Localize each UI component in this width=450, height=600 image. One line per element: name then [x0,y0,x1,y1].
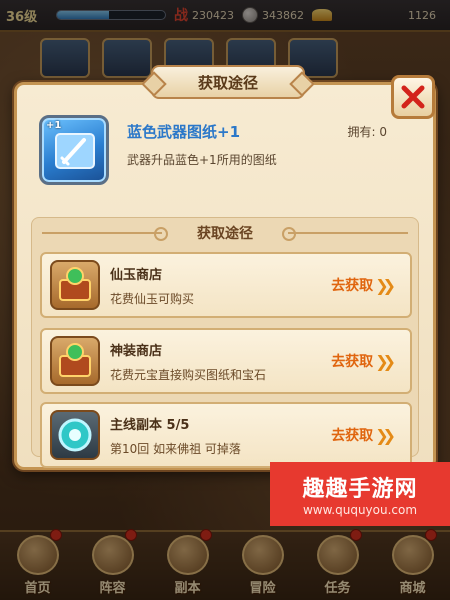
item-owned-count: 拥有: 0 [347,125,388,139]
double-chevron-icon: ❯❯ [375,351,396,371]
source-desc: 花费元宝直接购买图纸和宝石 [110,368,267,382]
watermark: 趣趣手游网 www.ququyou.com [270,462,450,526]
ornament-right [282,227,408,241]
source-title: 仙玉商店 [110,268,163,283]
treasure-chest-icon [50,336,100,386]
source-desc: 花费仙玉可购买 [110,292,195,306]
close-icon [401,85,425,109]
source-title: 神装商店 [110,344,163,359]
go-get-label: 去获取 [331,278,374,294]
source-row-main-dungeon: 主线副本 5/5 第10回 如来佛祖 可掉落 去获取 ❯❯ [40,402,412,468]
ornament-left [42,227,168,241]
watermark-url: www.ququyou.com [302,503,418,517]
source-desc: 第10回 如来佛祖 可掉落 [110,442,241,456]
dialog-title: 获取途径 [151,65,305,99]
go-get-label: 去获取 [331,354,374,370]
double-chevron-icon: ❯❯ [375,275,396,295]
sources-panel: 获取途径 仙玉商店 花费仙玉可购买 去获取 ❯❯ 神装商店 花费元宝直接购买图纸… [31,217,419,468]
sources-header: 获取途径 [32,218,418,248]
acquire-route-dialog: 获取途径 +1 蓝色武器图纸+1 拥有: 0 武器升品蓝色+1所用的图纸 获取途… [14,65,436,470]
go-get-button[interactable]: 去获取 ❯❯ [325,270,396,300]
source-row-jade-shop: 仙玉商店 花费仙玉可购买 去获取 ❯❯ [40,252,412,318]
go-get-button[interactable]: 去获取 ❯❯ [325,420,396,450]
sources-title: 获取途径 [197,226,253,242]
source-title: 主线副本 5/5 [110,418,190,433]
close-button[interactable] [391,75,435,119]
source-row-divine-shop: 神装商店 花费元宝直接购买图纸和宝石 去获取 ❯❯ [40,328,412,394]
item-name: 蓝色武器图纸+1 [127,123,241,141]
watermark-title: 趣趣手游网 [302,477,418,502]
treasure-chest-icon [50,260,100,310]
go-get-button[interactable]: 去获取 ❯❯ [325,346,396,376]
double-chevron-icon: ❯❯ [375,425,396,445]
dungeon-portal-icon [50,410,100,460]
go-get-label: 去获取 [331,428,374,444]
item-description: 武器升品蓝色+1所用的图纸 [127,153,277,167]
scroll-sword-icon [55,133,95,169]
item-blueprint-icon: +1 [39,115,109,185]
